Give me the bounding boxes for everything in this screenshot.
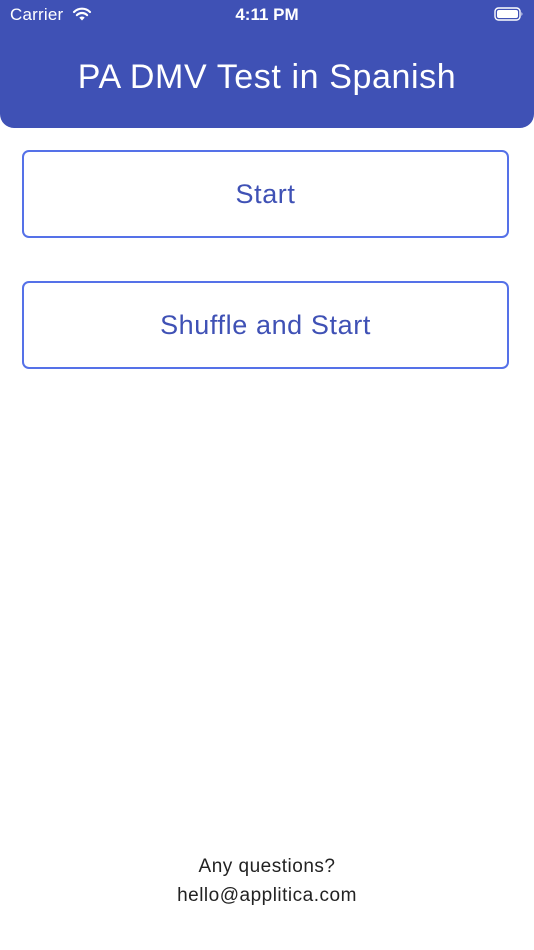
app-header: Carrier 4:11 PM PA DMV Test in Spanish bbox=[0, 0, 534, 128]
start-button[interactable]: Start bbox=[22, 150, 509, 238]
shuffle-and-start-button[interactable]: Shuffle and Start bbox=[22, 281, 509, 369]
contact-question: Any questions? bbox=[198, 856, 336, 877]
battery-icon bbox=[494, 7, 523, 21]
page-title: PA DMV Test in Spanish bbox=[77, 58, 457, 96]
shuffle-button-label: Shuffle and Start bbox=[160, 309, 371, 340]
status-bar: Carrier 4:11 PM bbox=[0, 0, 534, 30]
app-screen: Carrier 4:11 PM PA DMV Test in Spanish S… bbox=[0, 0, 534, 950]
status-time: 4:11 PM bbox=[235, 5, 299, 24]
contact-email-link[interactable]: hello@applitica.com bbox=[0, 881, 534, 910]
contact-footer: Any questions? hello@applitica.com bbox=[0, 852, 534, 910]
start-button-label: Start bbox=[235, 178, 296, 209]
